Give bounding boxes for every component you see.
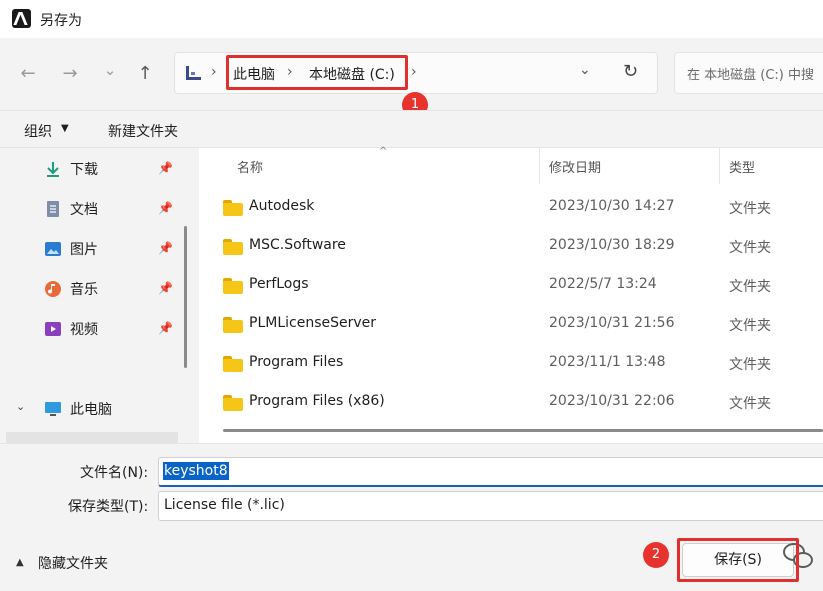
file-modified: 2023/10/31 21:56 bbox=[549, 315, 675, 331]
breadcrumb-separator[interactable]: › bbox=[411, 64, 417, 80]
new-folder-button[interactable]: 新建文件夹 bbox=[108, 121, 178, 141]
step-badge-2: 2 bbox=[643, 542, 669, 568]
file-name: PLMLicenseServer bbox=[249, 315, 377, 331]
filetype-value: License file (*.lic) bbox=[164, 497, 285, 513]
sidebar-item-downloads[interactable]: 下载 📌 bbox=[0, 150, 180, 188]
table-row[interactable]: PerfLogs 2022/5/7 13:24 文件夹 bbox=[199, 266, 823, 305]
filetype-label: 保存类型(T): bbox=[68, 499, 149, 515]
video-icon bbox=[45, 322, 61, 336]
download-icon bbox=[47, 162, 59, 177]
folder-icon bbox=[223, 317, 243, 333]
sidebar-item-videos[interactable]: 视频 📌 bbox=[0, 310, 180, 348]
picture-icon bbox=[45, 242, 61, 256]
filename-input[interactable]: keyshot8 bbox=[158, 457, 823, 487]
pin-icon[interactable]: 📌 bbox=[158, 321, 173, 335]
table-row[interactable]: Program Files (x86) 2023/10/31 22:06 文件夹 bbox=[199, 383, 823, 422]
breadcrumb-separator: › bbox=[211, 64, 217, 80]
sidebar-item-label: 视频 bbox=[70, 322, 98, 338]
file-modified: 2023/10/30 18:29 bbox=[549, 237, 675, 253]
file-type: 文件夹 bbox=[729, 240, 771, 256]
filetype-select[interactable]: License file (*.lic) bbox=[158, 491, 823, 521]
pin-icon[interactable]: 📌 bbox=[158, 201, 173, 215]
file-modified: 2023/10/31 22:06 bbox=[549, 393, 675, 409]
table-row[interactable]: Program Files 2023/11/1 13:48 文件夹 bbox=[199, 344, 823, 383]
file-modified: 2022/5/7 13:24 bbox=[549, 276, 657, 292]
column-header-modified[interactable]: 修改日期 bbox=[549, 157, 601, 176]
sidebar-scrollbar[interactable] bbox=[184, 226, 187, 368]
sidebar-item-label: 下载 bbox=[70, 162, 98, 178]
file-type: 文件夹 bbox=[729, 318, 771, 334]
expand-chevron-icon[interactable]: ⌄ bbox=[16, 400, 25, 413]
this-pc-location-icon bbox=[185, 65, 201, 81]
folder-icon bbox=[223, 395, 243, 411]
up-arrow-icon[interactable]: ↑ bbox=[131, 60, 159, 88]
pin-icon[interactable]: 📌 bbox=[158, 161, 173, 175]
filename-label: 文件名(N): bbox=[80, 465, 149, 481]
folder-icon bbox=[223, 278, 243, 294]
sidebar-item-label: 此电脑 bbox=[70, 402, 112, 418]
sidebar-item-label: 音乐 bbox=[70, 282, 98, 298]
address-history-chevron-icon[interactable]: ⌄ bbox=[579, 62, 591, 78]
collapse-caret-icon[interactable]: ▲ bbox=[16, 557, 24, 568]
horizontal-scrollbar[interactable] bbox=[223, 429, 823, 432]
sidebar-item-music[interactable]: 音乐 📌 bbox=[0, 270, 180, 308]
file-type: 文件夹 bbox=[729, 201, 771, 217]
column-header-type[interactable]: 类型 bbox=[729, 157, 755, 176]
file-list: ^ 名称 修改日期 类型 Autodesk 2023/10/30 14:27 文… bbox=[199, 146, 823, 443]
highlight-box-address bbox=[226, 55, 408, 90]
column-divider[interactable] bbox=[719, 148, 720, 184]
folder-icon bbox=[223, 356, 243, 372]
file-name: MSC.Software bbox=[249, 237, 346, 253]
sort-ascending-icon: ^ bbox=[379, 146, 388, 157]
table-row[interactable]: MSC.Software 2023/10/30 18:29 文件夹 bbox=[199, 227, 823, 266]
music-icon bbox=[45, 281, 61, 297]
file-type: 文件夹 bbox=[729, 279, 771, 295]
sidebar-item-this-pc[interactable]: ⌄ 此电脑 bbox=[0, 390, 180, 428]
monitor-icon bbox=[45, 402, 61, 416]
app-logo-icon bbox=[12, 9, 31, 28]
window-title: 另存为 bbox=[40, 13, 82, 29]
pin-icon[interactable]: 📌 bbox=[158, 241, 173, 255]
back-arrow-icon[interactable]: ← bbox=[14, 60, 42, 88]
organize-caret-icon[interactable]: ▼ bbox=[61, 123, 69, 134]
sidebar-item-pictures[interactable]: 图片 📌 bbox=[0, 230, 180, 268]
highlight-box-save bbox=[677, 538, 799, 582]
table-row[interactable]: PLMLicenseServer 2023/10/31 21:56 文件夹 bbox=[199, 305, 823, 344]
column-header-name[interactable]: 名称 bbox=[237, 157, 263, 176]
recent-locations-chevron-icon[interactable]: ⌄ bbox=[96, 56, 124, 84]
pin-icon[interactable]: 📌 bbox=[158, 281, 173, 295]
file-name: Autodesk bbox=[249, 198, 315, 214]
file-name: PerfLogs bbox=[249, 276, 309, 292]
file-name: Program Files (x86) bbox=[249, 393, 385, 409]
folder-icon bbox=[223, 239, 243, 255]
search-placeholder: 在 本地磁盘 (C:) 中搜 bbox=[687, 68, 814, 83]
file-name: Program Files bbox=[249, 354, 344, 370]
column-divider[interactable] bbox=[539, 148, 540, 184]
refresh-icon[interactable]: ↻ bbox=[623, 61, 638, 82]
file-modified: 2023/10/30 14:27 bbox=[549, 198, 675, 214]
file-modified: 2023/11/1 13:48 bbox=[549, 354, 666, 370]
sidebar-item-documents[interactable]: 文档 📌 bbox=[0, 190, 180, 228]
file-type: 文件夹 bbox=[729, 357, 771, 373]
title-bar: 另存为 bbox=[0, 0, 823, 38]
filename-value: keyshot8 bbox=[163, 462, 229, 480]
navigation-pane: 下载 📌 文档 📌 图片 📌 音乐 📌 视频 📌 ⌄ 此电脑 bbox=[0, 148, 195, 444]
folder-icon bbox=[223, 200, 243, 216]
sidebar-item-label: 文档 bbox=[70, 202, 98, 218]
forward-arrow-icon[interactable]: → bbox=[56, 60, 84, 88]
command-toolbar: 组织 ▼ 新建文件夹 bbox=[0, 110, 823, 148]
sidebar-item-label: 图片 bbox=[70, 242, 98, 258]
organize-button[interactable]: 组织 bbox=[24, 121, 52, 141]
search-input[interactable]: 在 本地磁盘 (C:) 中搜 bbox=[674, 52, 823, 94]
document-icon bbox=[47, 201, 59, 217]
file-type: 文件夹 bbox=[729, 396, 771, 412]
table-row[interactable]: Autodesk 2023/10/30 14:27 文件夹 bbox=[199, 188, 823, 227]
hide-folders-toggle[interactable]: 隐藏文件夹 bbox=[38, 553, 108, 573]
